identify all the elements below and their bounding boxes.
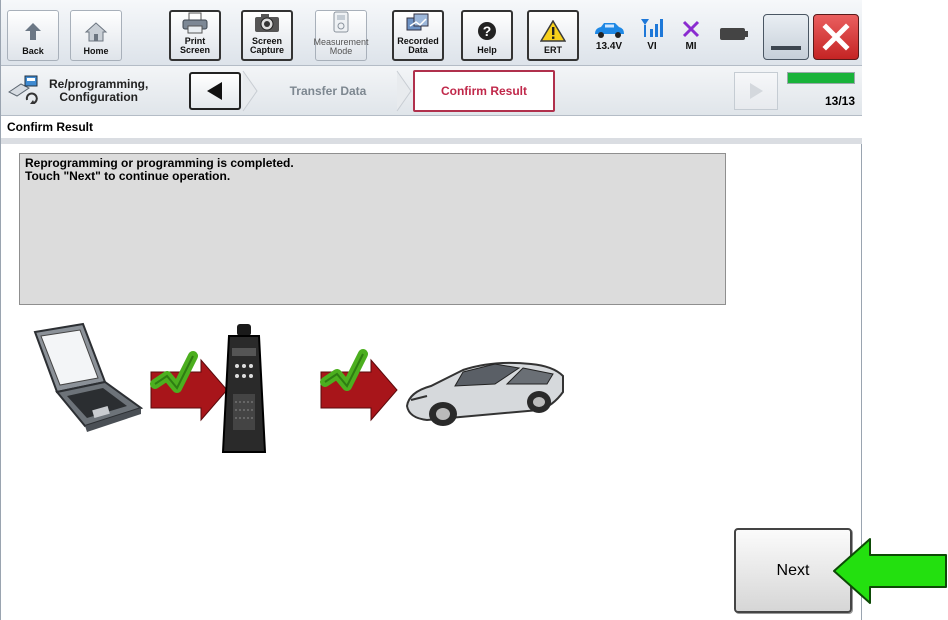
meter-icon bbox=[327, 11, 355, 35]
close-button[interactable] bbox=[813, 14, 859, 60]
completion-illustration bbox=[33, 322, 564, 453]
transfer-arrow-icon bbox=[320, 349, 398, 422]
vehicle-icon bbox=[405, 361, 564, 426]
print-screen-button[interactable]: Print Screen bbox=[169, 10, 221, 61]
page-title: Confirm Result bbox=[1, 116, 862, 138]
vi-device-icon bbox=[221, 324, 267, 453]
back-button[interactable]: Back bbox=[7, 10, 59, 61]
progress-text: 13/13 bbox=[824, 94, 855, 108]
message-line-2: Touch "Next" to continue operation. bbox=[25, 169, 231, 183]
previous-step-button[interactable] bbox=[189, 72, 241, 110]
signal-bars-icon bbox=[641, 19, 663, 37]
measurement-mode-label: Measurement Mode bbox=[313, 38, 368, 56]
step-progress: 13/13 bbox=[787, 72, 859, 112]
minimize-button[interactable] bbox=[763, 14, 809, 60]
progress-bar bbox=[787, 72, 855, 84]
svg-text:?: ? bbox=[483, 23, 492, 39]
battery-voltage-status: 13.4V bbox=[589, 12, 629, 58]
camera-icon bbox=[253, 12, 281, 34]
screen-capture-label-2: Capture bbox=[249, 45, 284, 55]
recorded-label-2: Data bbox=[408, 45, 428, 55]
mode-label-line-2: Configuration bbox=[59, 90, 138, 104]
crumb-separator-icon bbox=[396, 70, 412, 112]
recorded-data-button[interactable]: Recorded Data bbox=[392, 10, 444, 61]
callout-arrow-icon bbox=[833, 538, 947, 604]
screen-capture-label: Screen Capture bbox=[250, 37, 284, 55]
voltage-value: 13.4V bbox=[595, 41, 623, 52]
vi-status: VI bbox=[632, 12, 672, 58]
mi-label: MI bbox=[685, 41, 697, 52]
triangle-right-icon bbox=[750, 83, 763, 99]
screen-capture-button[interactable]: Screen Capture bbox=[241, 10, 293, 61]
transfer-arrow-icon bbox=[150, 351, 228, 422]
vi-label: VI bbox=[647, 41, 657, 52]
measurement-label-2: Mode bbox=[329, 46, 353, 56]
printer-icon bbox=[181, 12, 209, 34]
mode-label-line-1: Re/programming, bbox=[49, 77, 149, 91]
print-screen-label: Print Screen bbox=[179, 36, 211, 55]
triangle-left-icon bbox=[207, 82, 222, 100]
measurement-mode-button[interactable]: Measurement Mode bbox=[313, 10, 369, 61]
reprogramming-icon bbox=[8, 75, 38, 104]
mode-label: Re/programming, Configuration bbox=[7, 72, 148, 110]
help-label: Help bbox=[477, 45, 497, 55]
ert-button[interactable]: ERT bbox=[527, 10, 579, 61]
title-divider bbox=[1, 138, 862, 144]
toolbar: Back Home Print Screen Screen Capture Mea bbox=[1, 0, 862, 66]
back-label: Back bbox=[22, 46, 44, 56]
home-button[interactable]: Home bbox=[70, 10, 122, 61]
app-window: Back Home Print Screen Screen Capture Mea bbox=[0, 0, 862, 620]
step-navigation: Re/programming, Configuration Transfer Da… bbox=[1, 66, 862, 116]
back-arrow-icon bbox=[19, 20, 47, 44]
step-transfer-data: Transfer Data bbox=[289, 84, 367, 98]
battery-icon bbox=[719, 26, 749, 47]
step-confirm-result: Confirm Result bbox=[413, 70, 555, 112]
ert-label: ERT bbox=[544, 45, 562, 55]
car-icon bbox=[595, 23, 624, 38]
help-button[interactable]: ? Help bbox=[461, 10, 513, 61]
progress-fill bbox=[788, 73, 854, 83]
recorded-data-icon bbox=[404, 12, 432, 34]
help-icon: ? bbox=[473, 19, 501, 43]
home-icon bbox=[82, 20, 110, 44]
recorded-data-label: Recorded Data bbox=[397, 37, 439, 55]
warning-icon bbox=[539, 19, 567, 43]
home-label: Home bbox=[83, 46, 109, 56]
message-box: Reprogramming or programming is complete… bbox=[19, 153, 726, 305]
laptop-icon bbox=[33, 322, 144, 432]
mi-disconnected-icon bbox=[682, 20, 700, 38]
next-step-button bbox=[734, 72, 778, 110]
close-icon bbox=[822, 23, 850, 51]
minimize-icon bbox=[771, 46, 801, 50]
mi-status: MI bbox=[671, 12, 711, 58]
